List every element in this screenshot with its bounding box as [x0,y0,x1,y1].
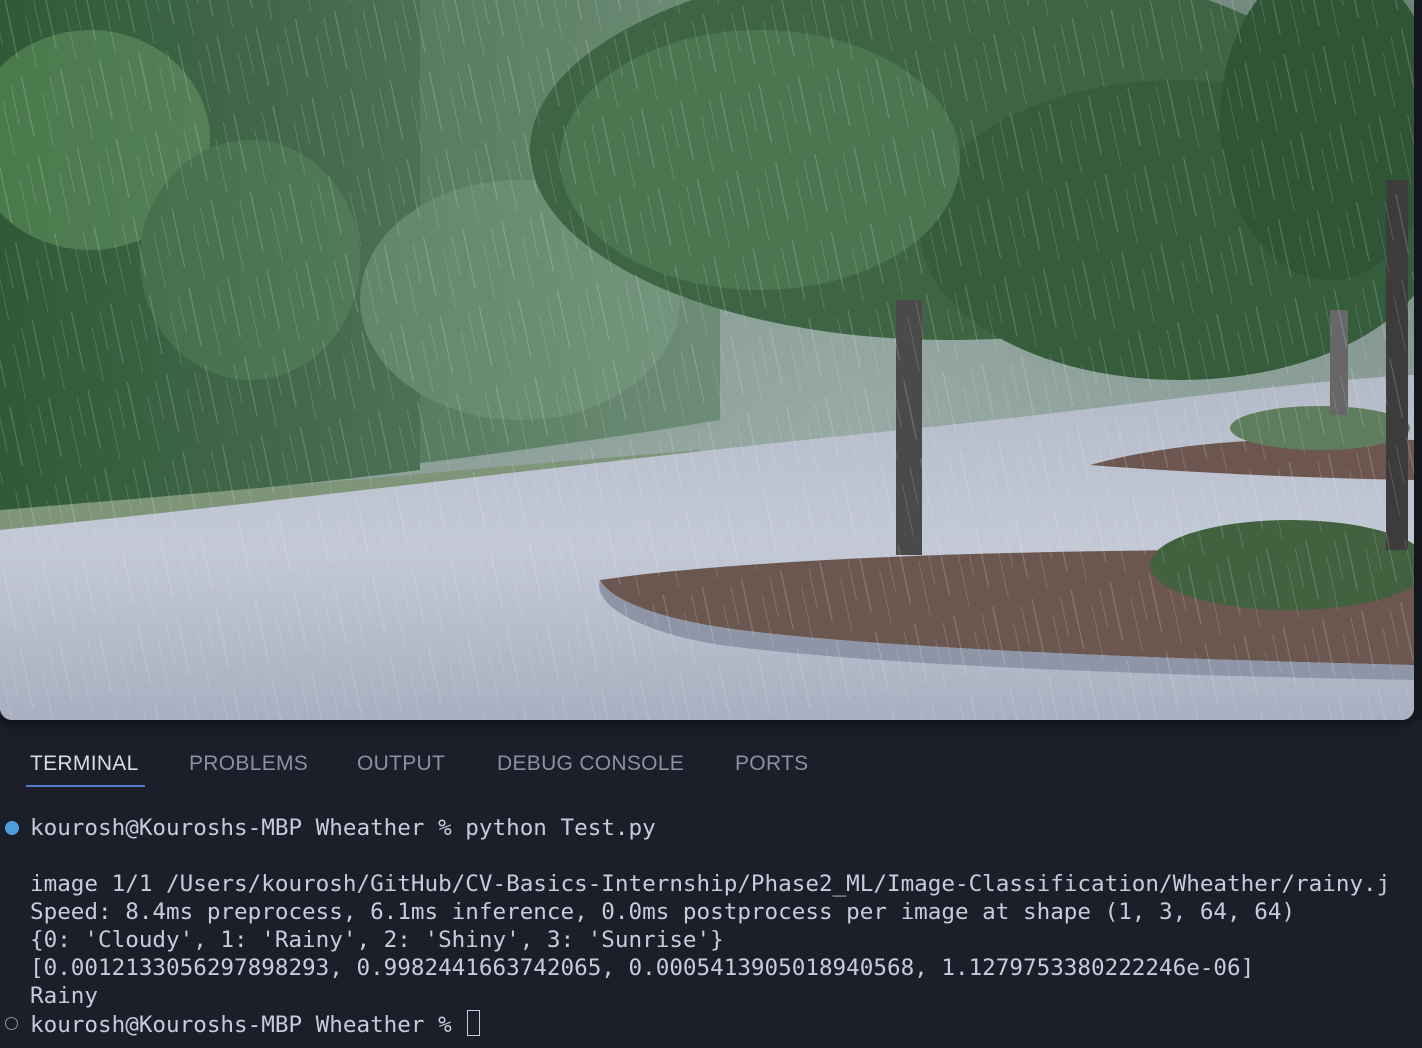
tab-terminal[interactable]: TERMINAL [30,752,139,776]
tab-debug-console[interactable]: DEBUG CONSOLE [497,752,684,776]
terminal-output-line: image 1/1 /Users/kourosh/GitHub/CV-Basic… [30,871,1391,897]
terminal-command: python Test.py [465,815,656,841]
tab-problems[interactable]: PROBLEMS [189,752,308,776]
image-preview [0,0,1414,720]
tab-ports[interactable]: PORTS [735,752,808,776]
active-tab-indicator [26,785,145,787]
panel-tabs: TERMINAL PROBLEMS OUTPUT DEBUG CONSOLE P… [0,740,1422,790]
terminal-prompt: kourosh@Kouroshs-MBP Wheather % [30,815,466,841]
vscode-window: TERMINAL PROBLEMS OUTPUT DEBUG CONSOLE P… [0,0,1422,1048]
terminal-current-prompt: kourosh@Kouroshs-MBP Wheather % [30,1012,466,1038]
terminal-output-line: Speed: 8.4ms preprocess, 6.1ms inference… [30,899,1296,925]
terminal-output-line: {0: 'Cloudy', 1: 'Rainy', 2: 'Shiny', 3:… [30,927,724,953]
rainy-scene-image [0,0,1414,720]
tab-output[interactable]: OUTPUT [357,752,445,776]
terminal-command-line: kourosh@Kouroshs-MBP Wheather % python T… [30,814,656,842]
terminal-cursor [467,1010,481,1036]
terminal-current-line[interactable]: kourosh@Kouroshs-MBP Wheather % [30,1010,481,1038]
preview-scroll-edge [1414,0,1422,720]
terminal-output-line: Rainy [30,983,99,1009]
terminal-output-line: [0.0012133056297898293, 0.99824416637420… [30,955,1255,981]
terminal-view[interactable]: kourosh@Kouroshs-MBP Wheather % python T… [0,800,1422,1048]
